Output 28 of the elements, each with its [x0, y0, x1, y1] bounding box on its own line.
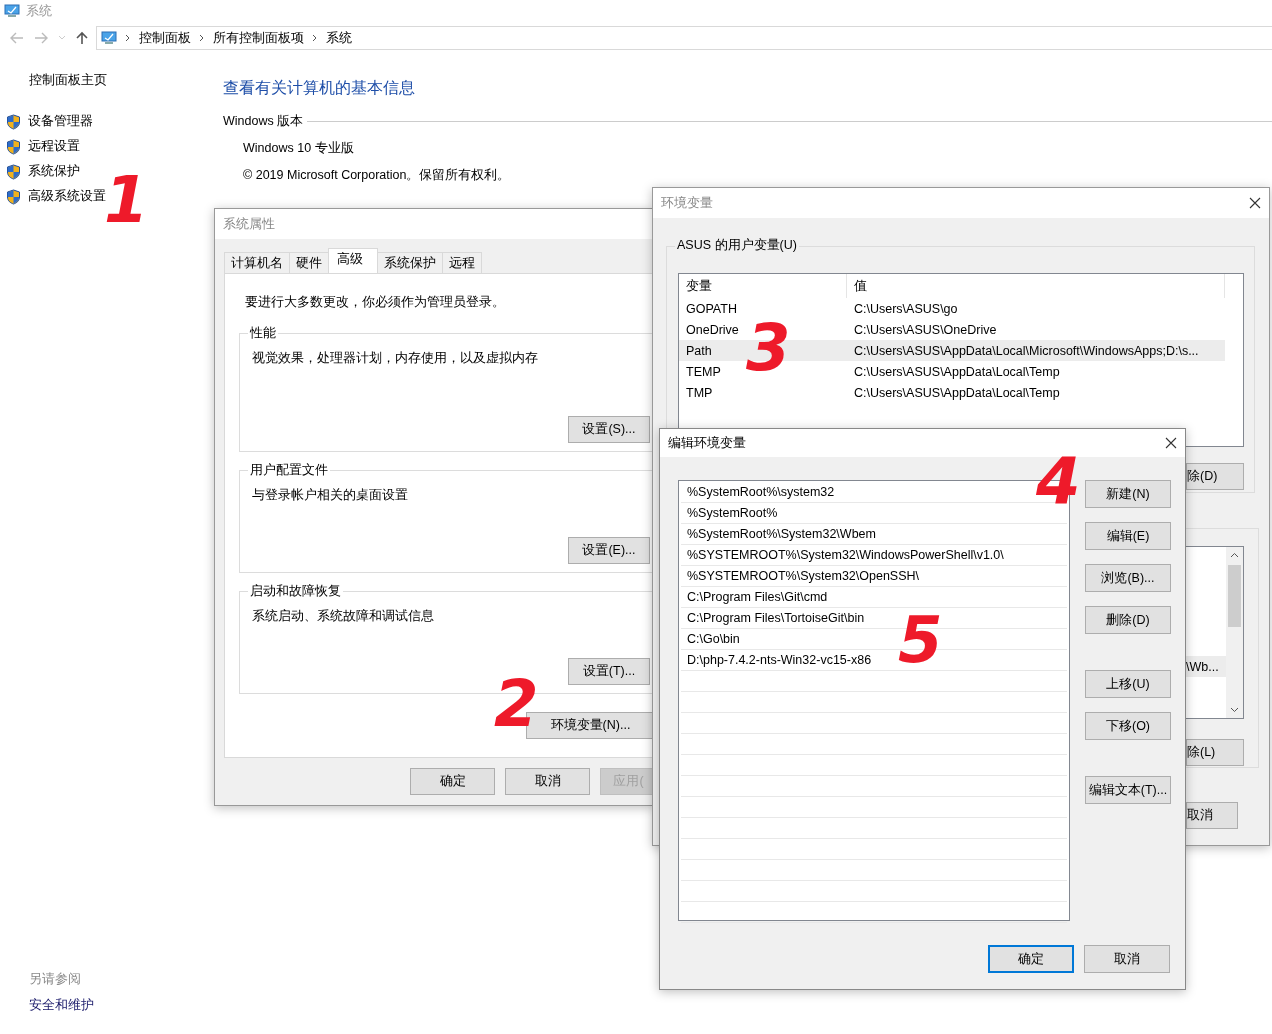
info-text: © 2019 Microsoft Corporation。保留所有权利。: [243, 168, 511, 182]
variable-value: C:\Users\ASUS\go: [853, 301, 958, 316]
page-heading: 查看有关计算机的基本信息: [223, 78, 416, 98]
group-description: 与登录帐户相关的桌面设置: [252, 487, 409, 504]
dialog-title: 环境变量: [661, 194, 713, 212]
variable-value: C:\Users\ASUS\AppData\Local\Temp: [853, 385, 1060, 400]
variable-value: C:\Users\ASUS\AppData\Local\Microsoft\WindowsApps;D:\s...: [853, 343, 1199, 358]
variable-name: OneDrive: [685, 322, 740, 337]
notice-text: 要进行大多数更改，你必须作为管理员登录。: [245, 295, 505, 309]
group-description: 系统启动、系统故障和调试信息: [252, 608, 435, 625]
dialog-title: 系统属性: [223, 215, 275, 233]
variable-name: Path: [685, 343, 713, 358]
variable-value: C:\Users\ASUS\OneDrive: [853, 322, 997, 337]
dialog-title: 编辑环境变量: [668, 434, 746, 452]
see-also-heading: 另请参阅: [29, 971, 82, 988]
group-title: ASUS 的用户变量(U): [675, 237, 799, 254]
section-heading: Windows 版本: [223, 113, 304, 130]
group-title: 性能: [248, 325, 278, 342]
window-title: 系统: [26, 2, 52, 20]
variable-value: \Wb...: [1186, 656, 1226, 677]
group-title: 启动和故障恢复: [248, 583, 343, 600]
info-text: Windows 10 专业版: [243, 141, 354, 155]
group-description: 视觉效果，处理器计划，内存使用，以及虚拟内存: [252, 350, 539, 367]
variable-value: C:\Users\ASUS\AppData\Local\Temp: [853, 364, 1060, 379]
group-title: 用户配置文件: [248, 462, 330, 479]
variable-name: TEMP: [685, 364, 722, 379]
variable-name: TMP: [685, 385, 714, 400]
variable-name: GOPATH: [685, 301, 738, 316]
